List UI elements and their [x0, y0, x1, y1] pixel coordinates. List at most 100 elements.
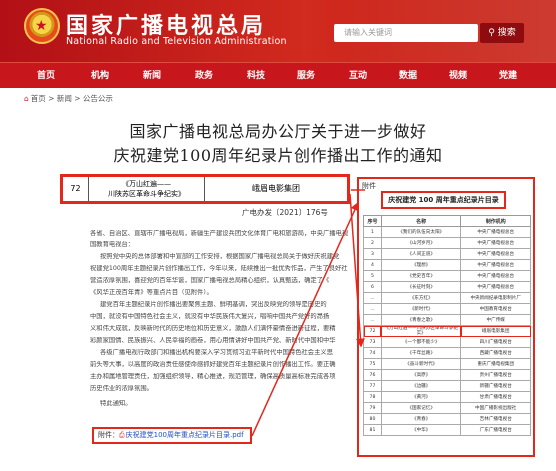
cell-no: 77	[363, 380, 382, 392]
column-header-name: 名称	[380, 215, 462, 227]
attachment-label: 附件：	[98, 431, 119, 439]
cell-producer: 甘肃广播电视台	[460, 391, 531, 403]
breadcrumb-home[interactable]: 首页	[31, 94, 46, 103]
panel-title: 庆祝建党 100 周年重点纪录片目录	[381, 191, 506, 209]
cell-no: 1	[363, 226, 382, 238]
nav-item-data[interactable]: 数据	[388, 63, 428, 89]
nav-item-org[interactable]: 机构	[80, 63, 120, 89]
nav-item-affairs[interactable]: 政务	[184, 63, 224, 89]
cell-producer: 新疆广播电视台	[460, 380, 531, 392]
cell-producer: 峨眉电影集团	[460, 325, 531, 337]
cell-no: 81	[363, 424, 382, 436]
site-header: ★ 国家广播电视总局 National Radio and Television…	[0, 0, 556, 62]
search-input[interactable]: 请输入关键词	[334, 24, 478, 42]
cell-producer: 中央广播电视总台	[460, 270, 531, 282]
breadcrumb-news[interactable]: 新闻	[57, 94, 72, 103]
cell-name: 《东方红》	[380, 292, 462, 304]
cell-no: 2	[363, 237, 382, 249]
column-header-producer: 制作机构	[460, 215, 531, 227]
table-row: 80 《青春》 吉林广播电视台	[363, 413, 531, 425]
table-row: 77 《边疆》 新疆广播电视台	[363, 380, 531, 392]
nav-item-news[interactable]: 新闻	[132, 63, 172, 89]
cell-no: 73	[363, 336, 382, 348]
body-paragraph-line: 中国，就没有中国特色社会主义，就没有中华民族伟大复兴，唱响中国共产党好的昂扬	[90, 313, 330, 320]
table-row: 81 《中华》 广东广播电视台	[363, 424, 531, 436]
cell-name: 《山河岁月》	[380, 237, 462, 249]
attachment-filename[interactable]: 庆祝建党100周年重点纪录片目录.pdf	[126, 431, 244, 439]
table-row: 3 《人间正道》 中央广播电视总台	[363, 248, 531, 260]
table-row: 78 《黄河》 甘肃广播电视台	[363, 391, 531, 403]
table-row: 79 《国家记忆》 中国广播影视出版社	[363, 402, 531, 414]
cell-producer: 中央广播电视总台	[460, 248, 531, 260]
cell-no: 75	[363, 358, 382, 370]
table-row: 73 《一个都不能少》 四川广播电视台	[363, 336, 531, 348]
body-paragraph-line: 主办和属地管理责任，加强组织领导，精心推进，规范管理，确保高质量高标准完成各项	[90, 373, 336, 380]
cell-producer: 四川广播电视台	[460, 336, 531, 348]
cell-no: ...	[363, 292, 382, 304]
cell-no: ...	[363, 314, 382, 326]
cell-name: 《黄河》	[380, 391, 462, 403]
site-subtitle: National Radio and Television Administra…	[66, 36, 287, 47]
highlighted-table-row: 72 《万山红遍—— 川陕苏区革命斗争纪实》 峨眉电影集团	[60, 174, 350, 204]
article-title-line1: 国家广播电视总局办公厅关于进一步做好	[129, 122, 427, 141]
cell-name: 《长征时刻》	[380, 281, 462, 293]
cell-no: 6	[363, 281, 382, 293]
browser-page: ★ 国家广播电视总局 National Radio and Television…	[0, 0, 556, 471]
body-paragraph-line: 前头等大事，以高度的政治责任感使命感抓好建党百年主题纪录片创作播出工作。要正确	[90, 361, 336, 368]
table-row: ... 《青春之歌》 中广传媒	[363, 314, 531, 326]
cell-name: 《我们的队伍向太阳》	[380, 226, 462, 238]
cell-no: 4	[363, 259, 382, 271]
table-row: 72 《万山红遍——川陕苏区革命斗争纪实》 峨眉电影集团	[363, 325, 531, 337]
attachment-preview-panel: 附件 庆祝建党 100 周年重点纪录片目录 序号 名称 制作机构 1 《我们的队伍…	[357, 177, 535, 457]
national-emblem-icon[interactable]: ★	[24, 8, 60, 44]
cell-no: ...	[363, 303, 382, 315]
pdf-icon: ⎙	[119, 431, 125, 439]
attachment-link[interactable]: 附件：⎙庆祝建党100周年重点纪录片目录.pdf	[92, 427, 252, 444]
row-producer: 峨眉电影集团	[252, 184, 300, 193]
nav-item-party[interactable]: 党建	[488, 63, 528, 89]
body-paragraph-line: 祝建党100周年主题纪录片创作播出工作，今年以来，陆续推出一批优秀作品，产生了良…	[90, 265, 348, 272]
cell-producer: 西藏广播电视台	[460, 347, 531, 359]
table-row: 76 《高原》 贵州广播电视台	[363, 369, 531, 381]
body-paragraph-line: 建党百年主题纪录片创作播出要聚焦主题、鲜明基调，突出反映党的领导是历史的	[100, 301, 327, 308]
cell-name: 《新时代》	[380, 303, 462, 315]
cell-name: 《高原》	[380, 369, 462, 381]
cell-no: 5	[363, 270, 382, 282]
cell-name: 《理想》	[380, 259, 462, 271]
cell-name: 《万山红遍——川陕苏区革命斗争纪实》	[380, 325, 462, 337]
nav-item-tech[interactable]: 科技	[236, 63, 276, 89]
cell-producer: 广东广播电视台	[460, 424, 531, 436]
table-row: ... 《新时代》 中国教育电视台	[363, 303, 531, 315]
search-button[interactable]: ⚲ 搜索	[480, 23, 524, 43]
nav-item-video[interactable]: 视频	[438, 63, 478, 89]
cell-name: 《国家记忆》	[380, 402, 462, 414]
body-paragraph-line: 特此通知。	[100, 400, 132, 407]
table-row: 5 《党史百年》 中央广播电视总台	[363, 270, 531, 282]
cell-producer: 中央新闻纪录电影制片厂	[460, 292, 531, 304]
cell-producer: 吉林广播电视台	[460, 413, 531, 425]
cell-producer: 中国教育电视台	[460, 303, 531, 315]
body-paragraph-line: 各级广播电视行政部门和播出机构要深入学习贯彻习近平新时代中国特色社会主义思	[100, 349, 333, 356]
nav-item-home[interactable]: 首页	[26, 63, 66, 89]
cell-name: 《一个都不能少》	[380, 336, 462, 348]
row-work-title: 《万山红遍—— 川陕苏区革命斗争纪实》	[89, 177, 205, 201]
cell-name: 《党史百年》	[380, 270, 462, 282]
row-work-title-line1: 《万山红遍——	[122, 180, 171, 188]
search-button-label: 搜索	[497, 28, 516, 38]
cell-name: 《人间正道》	[380, 248, 462, 260]
search-icon: ⚲	[488, 28, 495, 38]
cell-no: 78	[363, 391, 382, 403]
cell-no: 74	[363, 347, 382, 359]
body-paragraph-line: 《风华正茂百年青》等重点片目（见附件）。	[90, 289, 213, 296]
cell-producer: 贵州广播电视台	[460, 369, 531, 381]
body-paragraph-line: 各省、自治区、直辖市广播电视局，新疆生产建设兵团文化体育广电和旅游局，中央广播电…	[90, 230, 348, 237]
article-title-line2: 庆祝建党100周年纪录片创作播出工作的通知	[113, 146, 443, 165]
body-paragraph-line: 营造浓厚氛围，喜迎党的百年华诞，国家广播电视总局精心组织，认真甄选，确定了《	[90, 277, 330, 284]
nav-item-service[interactable]: 服务	[286, 63, 326, 89]
breadcrumb-notice[interactable]: 公告公示	[83, 94, 113, 103]
panel-header: 附件	[362, 182, 376, 190]
cell-name: 《中华》	[380, 424, 462, 436]
body-paragraph-line: 国教育电视台：	[90, 241, 135, 248]
nav-item-interact[interactable]: 互动	[338, 63, 378, 89]
cell-name: 《青春》	[380, 413, 462, 425]
